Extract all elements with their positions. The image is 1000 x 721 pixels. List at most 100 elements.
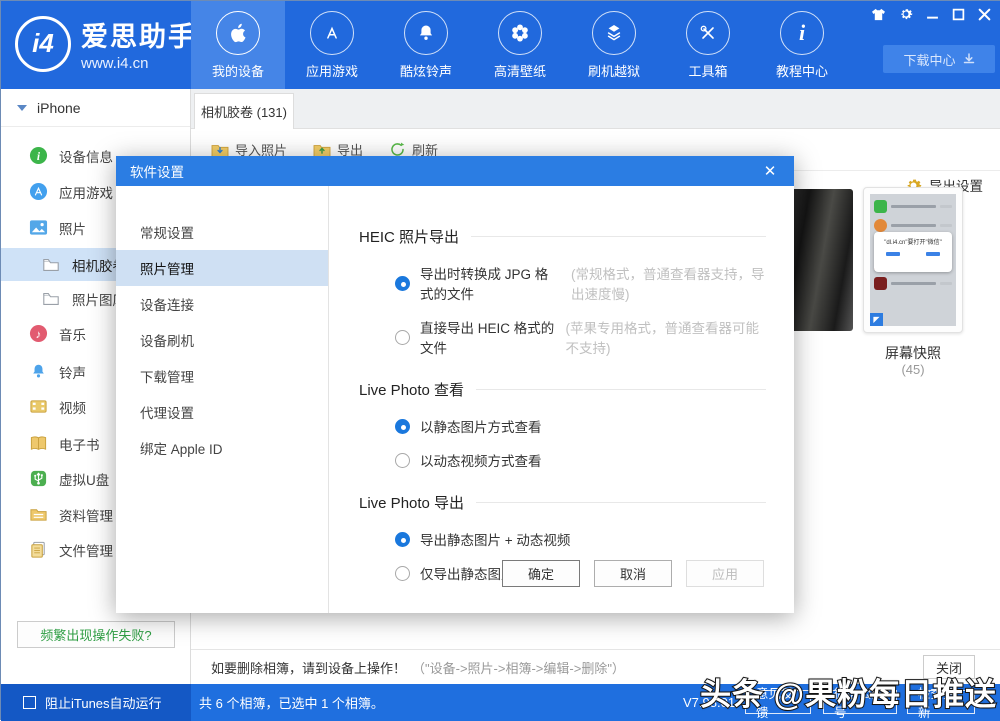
album-thumbnail-screenshots[interactable]: "dl.i4.cn"要打开"微信" ◤ xyxy=(863,187,963,333)
menu-device-flash[interactable]: 设备刷机 xyxy=(116,322,328,358)
nav-ringtones[interactable]: 酷炫铃声 xyxy=(379,1,473,89)
close-icon[interactable] xyxy=(978,8,991,21)
sidebar-item-label: 文件管理 xyxy=(59,543,113,559)
option-hint: (苹果专用格式，普通查看器可能不支持) xyxy=(565,321,760,356)
nav-label: 工具箱 xyxy=(688,63,728,79)
ok-button[interactable]: 确定 xyxy=(502,560,580,587)
radio-heic-export[interactable]: 直接导出 HEIC 格式的文件 (苹果专用格式，普通查看器可能不支持) xyxy=(395,317,766,357)
radio-view-static[interactable]: 以静态图片方式查看 xyxy=(395,416,766,436)
screenshot-preview: "dl.i4.cn"要打开"微信" ◤ xyxy=(870,194,956,326)
nav-tutorials[interactable]: i 教程中心 xyxy=(755,1,849,89)
itunes-block-checkbox[interactable] xyxy=(23,696,36,709)
itunes-block-section: 阻止iTunes自动运行 xyxy=(1,684,191,721)
header-bar: i4 爱思助手 www.i4.cn 我的设备 应用游戏 酷炫铃声 高清壁纸 刷机… xyxy=(1,1,1000,89)
i4-logo-icon: i4 xyxy=(15,15,71,72)
apple-icon xyxy=(216,10,260,55)
nav-my-device[interactable]: 我的设备 xyxy=(191,1,285,89)
tab-label: 相机胶卷 (131) xyxy=(201,105,287,120)
radio-selected-icon xyxy=(395,275,410,291)
radio-icon xyxy=(395,565,410,581)
menu-photo-management[interactable]: 照片管理 xyxy=(116,250,328,286)
menu-proxy-settings[interactable]: 代理设置 xyxy=(116,394,328,430)
minimize-icon[interactable] xyxy=(926,8,939,21)
nav-label: 高清壁纸 xyxy=(493,63,546,79)
notice-close-button[interactable]: 关闭 xyxy=(923,655,975,679)
nav-label: 应用游戏 xyxy=(305,63,358,79)
software-settings-dialog: 软件设置 ✕ 常规设置 照片管理 设备连接 设备刷机 下载管理 代理设置 绑定 … xyxy=(116,156,794,613)
app-window: i4 爱思助手 www.i4.cn 我的设备 应用游戏 酷炫铃声 高清壁纸 刷机… xyxy=(0,0,1000,721)
nav-flash-jailbreak[interactable]: 刷机越狱 xyxy=(567,1,661,89)
apply-button[interactable]: 应用 xyxy=(686,560,764,587)
radio-selected-icon xyxy=(395,531,410,547)
music-icon: ♪ xyxy=(28,324,48,344)
screenshot-popup-text: "dl.i4.cn"要打开"微信" xyxy=(884,240,942,246)
menu-bind-apple-id[interactable]: 绑定 Apple ID xyxy=(116,430,328,466)
maximize-icon[interactable] xyxy=(952,8,965,21)
appstore-icon xyxy=(310,10,354,55)
dialog-close-icon[interactable]: ✕ xyxy=(756,156,784,186)
download-center-button[interactable]: 下载中心 xyxy=(883,45,995,73)
device-name: iPhone xyxy=(37,99,81,116)
option-label: 导出静态图片 + 动态视频 xyxy=(420,533,571,548)
nav-label: 教程中心 xyxy=(775,63,828,79)
cancel-button[interactable]: 取消 xyxy=(594,560,672,587)
option-label: 直接导出 HEIC 格式的文件 xyxy=(420,321,555,356)
help-link-label: 频繁出现操作失败? xyxy=(40,628,152,643)
operation-failed-help-link[interactable]: 频繁出现操作失败? xyxy=(17,621,175,648)
notice-bar: 如要删除相簿，请到设备上操作！ （"设备->照片->相簿->编辑->删除"） 关… xyxy=(191,649,1000,684)
nav-label: 我的设备 xyxy=(211,63,264,79)
nav-apps-games[interactable]: 应用游戏 xyxy=(285,1,379,89)
tab-camera-roll[interactable]: 相机胶卷 (131) xyxy=(194,93,294,129)
download-icon xyxy=(963,53,974,64)
sidebar-item-label: 资料管理 xyxy=(59,508,113,524)
menu-device-connection[interactable]: 设备连接 xyxy=(116,286,328,322)
wechat-official-button[interactable]: 微信公众号 xyxy=(823,687,897,720)
screenshot-popup: "dl.i4.cn"要打开"微信" xyxy=(874,232,952,272)
bell-icon xyxy=(404,10,448,55)
nav-wallpapers[interactable]: 高清壁纸 xyxy=(473,1,567,89)
version-label: V7.98.01 xyxy=(683,695,736,710)
feedback-button[interactable]: 意见反馈 xyxy=(745,687,811,720)
radio-jpg-export[interactable]: 导出时转换成 JPG 格式的文件 (常规格式，普通查看器支持，导出速度慢) xyxy=(395,263,766,303)
option-label: 仅导出静态图片 xyxy=(420,567,515,582)
folder-icon xyxy=(41,289,61,309)
radio-export-static-video[interactable]: 导出静态图片 + 动态视频 xyxy=(395,529,766,549)
option-label: 以静态图片方式查看 xyxy=(420,420,542,435)
video-icon xyxy=(28,397,48,417)
check-update-button[interactable]: 检查更新 xyxy=(907,687,975,720)
dialog-buttons: 确定 取消 应用 xyxy=(502,560,764,587)
option-hint: (常规格式，普通查看器支持，导出速度慢) xyxy=(571,267,765,302)
skin-icon[interactable] xyxy=(871,8,886,21)
menu-general-settings[interactable]: 常规设置 xyxy=(116,214,328,250)
live-photo-badge-icon: ◤ xyxy=(870,313,883,326)
album-caption: 屏幕快照 xyxy=(885,345,941,361)
radio-selected-icon xyxy=(395,418,410,434)
section-livephoto-view: Live Photo 查看 xyxy=(359,379,766,400)
sidebar-item-label: 音乐 xyxy=(59,327,86,343)
toolbox-icon xyxy=(686,10,730,55)
info-icon: i xyxy=(780,10,824,55)
settings-gear-icon[interactable] xyxy=(899,7,913,21)
sidebar-item-label: 设备信息 xyxy=(59,149,113,165)
dialog-title: 软件设置 xyxy=(130,165,184,180)
main-nav: 我的设备 应用游戏 酷炫铃声 高清壁纸 刷机越狱 工具箱 i 教程中心 xyxy=(191,1,849,89)
usb-icon xyxy=(28,469,48,489)
sidebar-item-label: 照片 xyxy=(59,221,86,237)
settings-content: HEIC 照片导出 导出时转换成 JPG 格式的文件 (常规格式，普通查看器支持… xyxy=(329,186,794,613)
jailbreak-box-icon xyxy=(592,10,636,55)
nav-toolbox[interactable]: 工具箱 xyxy=(661,1,755,89)
album-count: (45) xyxy=(901,362,925,377)
wallpaper-flower-icon xyxy=(498,10,542,55)
menu-download-management[interactable]: 下载管理 xyxy=(116,358,328,394)
itunes-block-label: 阻止iTunes自动运行 xyxy=(45,696,162,711)
folder-icon xyxy=(41,255,61,275)
device-selector[interactable]: iPhone xyxy=(1,89,190,127)
dialog-title-bar[interactable]: 软件设置 ✕ xyxy=(116,156,794,186)
notice-text: 如要删除相簿，请到设备上操作！ xyxy=(211,660,407,676)
book-icon xyxy=(28,434,48,454)
sidebar-item-label: 铃声 xyxy=(59,365,86,381)
app-logo: i4 爱思助手 www.i4.cn xyxy=(15,15,197,72)
radio-icon xyxy=(395,452,410,468)
radio-view-video[interactable]: 以动态视频方式查看 xyxy=(395,450,766,470)
option-label: 导出时转换成 JPG 格式的文件 xyxy=(420,267,549,302)
